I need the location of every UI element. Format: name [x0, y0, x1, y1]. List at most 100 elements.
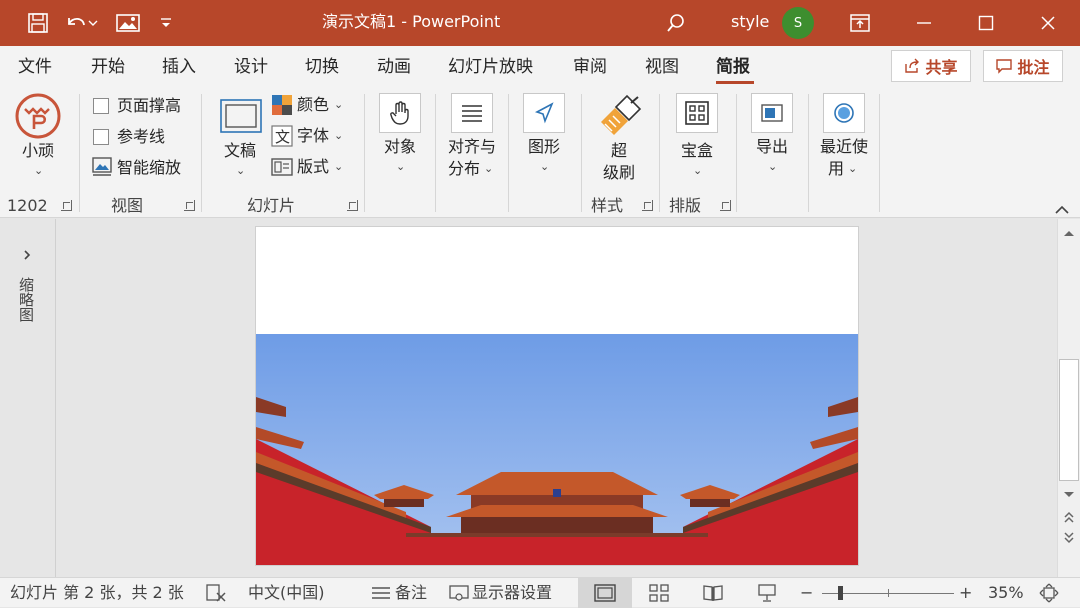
format-painter-label-line1[interactable]: 超 — [611, 140, 627, 162]
text-frame-label[interactable]: 文稿 — [224, 140, 256, 162]
toolbox-grid-icon[interactable] — [676, 93, 718, 133]
scroll-down-arrow-icon[interactable] — [1062, 485, 1076, 497]
tab-view[interactable]: 视图 — [645, 56, 679, 78]
shape-chevron-down-icon[interactable]: ⌄ — [540, 161, 549, 173]
tab-home[interactable]: 开始 — [91, 56, 125, 78]
layout-group-launcher-icon[interactable] — [720, 200, 731, 211]
forbidden-city-photo — [256, 227, 858, 565]
xiaowan-logo-icon[interactable] — [14, 92, 62, 140]
export-icon[interactable] — [751, 93, 793, 133]
guides-label[interactable]: 参考线 — [117, 126, 165, 148]
shape-arrow-icon[interactable] — [523, 93, 565, 133]
recent-chevron-down-icon[interactable]: ⌄ — [848, 163, 857, 175]
export-label[interactable]: 导出 — [756, 136, 788, 158]
font-icon[interactable]: 文 — [271, 125, 293, 147]
picture-icon[interactable] — [114, 9, 142, 37]
recent-label-line2[interactable]: 用 — [828, 158, 844, 180]
previous-slide-icon[interactable] — [1062, 509, 1076, 523]
shape-label[interactable]: 图形 — [528, 136, 560, 158]
align-label-line1[interactable]: 对齐与 — [448, 136, 496, 158]
format-painter-icon[interactable] — [598, 94, 642, 138]
layout-icon[interactable] — [271, 156, 293, 178]
document-title: 演示文稿1 - PowerPoint — [322, 12, 501, 31]
zoom-slider-thumb[interactable] — [838, 586, 843, 600]
slide-canvas[interactable] — [256, 227, 858, 565]
reading-view-icon[interactable] — [703, 584, 723, 602]
xiaowan-chevron-down-icon[interactable]: ⌄ — [34, 165, 43, 177]
font-chevron-down-icon[interactable]: ⌄ — [334, 130, 343, 142]
tab-animations[interactable]: 动画 — [377, 56, 411, 78]
save-icon[interactable] — [24, 9, 52, 37]
comment-button[interactable]: 批注 — [983, 50, 1063, 82]
collapse-ribbon-icon[interactable] — [1054, 201, 1070, 214]
notes-icon[interactable] — [371, 585, 391, 601]
toolbox-label[interactable]: 宝盒 — [681, 140, 713, 162]
accessibility-check-icon[interactable] — [206, 584, 226, 602]
tab-transitions[interactable]: 切换 — [305, 56, 339, 78]
color-label[interactable]: 颜色 — [297, 94, 329, 116]
fit-to-window-icon[interactable] — [1039, 583, 1059, 603]
avatar[interactable]: S — [782, 7, 814, 39]
zoom-in-button[interactable]: + — [959, 583, 972, 603]
slide-group-launcher-icon[interactable] — [347, 200, 358, 211]
display-settings-button[interactable]: 显示器设置 — [472, 583, 552, 603]
tab-review[interactable]: 审阅 — [573, 56, 607, 78]
guides-checkbox[interactable] — [93, 129, 109, 145]
recent-icon[interactable] — [823, 93, 865, 133]
scroll-up-arrow-icon[interactable] — [1062, 223, 1076, 236]
export-chevron-down-icon[interactable]: ⌄ — [768, 161, 777, 173]
page-stretch-checkbox[interactable] — [93, 98, 109, 114]
align-icon[interactable] — [451, 93, 493, 133]
thumbnail-label[interactable]: 缩略图 — [16, 277, 36, 322]
minimize-icon[interactable] — [910, 9, 938, 37]
notes-button[interactable]: 备注 — [395, 583, 427, 603]
tab-slideshow[interactable]: 幻灯片放映 — [448, 56, 533, 78]
tab-insert[interactable]: 插入 — [162, 56, 196, 78]
zoom-out-button[interactable]: − — [800, 583, 813, 603]
color-chevron-down-icon[interactable]: ⌄ — [334, 99, 343, 111]
maximize-icon[interactable] — [972, 9, 1000, 37]
username[interactable]: style — [731, 11, 769, 33]
share-button[interactable]: 共享 — [891, 50, 971, 82]
ribbon-display-options-icon[interactable] — [846, 9, 874, 37]
display-settings-icon[interactable] — [449, 585, 469, 602]
group-launcher-icon[interactable] — [61, 200, 72, 211]
align-chevron-down-icon[interactable]: ⌄ — [484, 163, 493, 175]
object-chevron-down-icon[interactable]: ⌄ — [396, 161, 405, 173]
text-frame-icon[interactable] — [219, 98, 263, 134]
customize-toolbar-icon[interactable] — [152, 9, 180, 37]
next-slide-icon[interactable] — [1062, 530, 1076, 544]
smart-zoom-icon[interactable] — [92, 157, 112, 177]
slide-sorter-icon[interactable] — [649, 584, 669, 602]
scroll-thumb[interactable] — [1059, 359, 1079, 481]
tab-design[interactable]: 设计 — [234, 56, 268, 78]
text-frame-chevron-down-icon[interactable]: ⌄ — [236, 165, 245, 177]
page-stretch-label[interactable]: 页面撑高 — [117, 95, 181, 117]
zoom-slider[interactable] — [822, 586, 954, 600]
vertical-scrollbar[interactable] — [1057, 219, 1080, 577]
tab-file[interactable]: 文件 — [18, 56, 52, 78]
layout-label[interactable]: 版式 — [297, 156, 329, 178]
font-label[interactable]: 字体 — [297, 125, 329, 147]
format-painter-label-line2[interactable]: 级刷 — [603, 162, 635, 184]
language-indicator[interactable]: 中文(中国) — [248, 583, 325, 603]
object-label[interactable]: 对象 — [384, 136, 416, 158]
view-group-launcher-icon[interactable] — [184, 200, 195, 211]
smart-zoom-label[interactable]: 智能缩放 — [117, 157, 181, 179]
align-label-line2[interactable]: 分布 — [448, 158, 480, 180]
normal-view-button[interactable] — [578, 578, 632, 608]
object-hand-icon[interactable] — [379, 93, 421, 133]
tab-jianbao[interactable]: 简报 — [716, 56, 750, 78]
layout-chevron-down-icon[interactable]: ⌄ — [334, 161, 343, 173]
search-icon[interactable] — [662, 9, 690, 37]
slideshow-icon[interactable] — [757, 584, 777, 602]
toolbox-chevron-down-icon[interactable]: ⌄ — [693, 165, 702, 177]
color-icon[interactable] — [271, 94, 293, 116]
close-icon[interactable] — [1034, 9, 1062, 37]
recent-label-line1[interactable]: 最近使 — [820, 136, 868, 158]
style-group-launcher-icon[interactable] — [642, 200, 653, 211]
zoom-level[interactable]: 35% — [988, 583, 1024, 603]
xiaowan-label[interactable]: 小顽 — [22, 140, 54, 162]
expand-panel-chevron-icon[interactable] — [21, 246, 33, 260]
undo-dropdown-icon[interactable] — [86, 9, 100, 37]
